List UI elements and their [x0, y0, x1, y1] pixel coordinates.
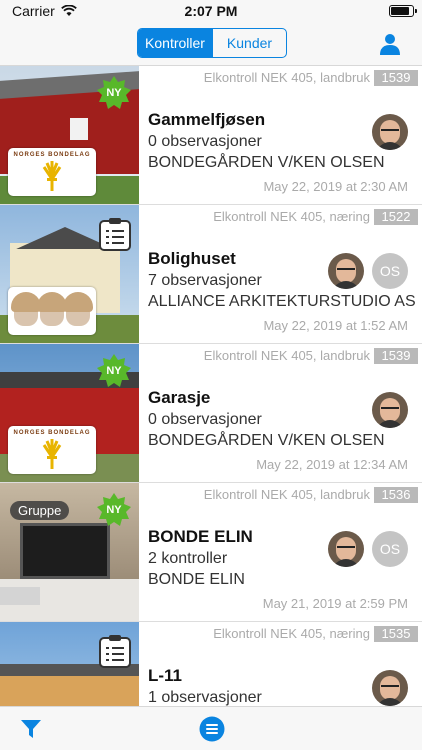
inspection-number: 1539: [374, 70, 418, 86]
list-item[interactable]: NY NORGES BONDELAG Elkontroll NEK 405, l…: [0, 66, 422, 205]
building-photo: NY Gruppe: [0, 483, 139, 621]
inspection-title: L-11: [148, 666, 183, 685]
customer-name: BONDE ELIN: [148, 571, 245, 588]
timestamp: May 21, 2019 at 2:59 PM: [262, 596, 408, 611]
customer-logo: NORGES BONDELAG: [8, 426, 96, 474]
segment-kunder[interactable]: Kunder: [212, 29, 286, 57]
list-item[interactable]: Elkontroll NEK 405, næring 1535 L-11 1 o…: [0, 622, 422, 706]
timestamp: May 22, 2019 at 12:34 AM: [256, 457, 408, 472]
group-badge: Gruppe: [10, 501, 70, 520]
avatar: [328, 531, 364, 567]
inspection-number: 1536: [374, 487, 418, 503]
carrier-label: Carrier: [12, 3, 55, 19]
building-photo: [0, 622, 139, 706]
new-badge: [97, 354, 131, 387]
avatar: [372, 114, 408, 150]
inspection-number: 1539: [374, 348, 418, 364]
wheat-sheaf-icon: [42, 439, 62, 469]
logo-text: NORGES BONDELAG: [13, 152, 91, 158]
inspection-type: Elkontroll NEK 405, landbruk: [203, 348, 370, 363]
segmented-control: Kontroller Kunder: [137, 28, 287, 58]
observation-count: 1 observasjoner: [148, 689, 262, 706]
list-item[interactable]: NY NORGES BONDELAG Elkontroll NEK 405, l…: [0, 344, 422, 483]
avatar: [372, 670, 408, 706]
list-item[interactable]: NY Gruppe Elkontroll NEK 405, landbruk 1…: [0, 483, 422, 622]
observation-count: 0 observasjoner: [148, 133, 262, 150]
segment-kontroller[interactable]: Kontroller: [138, 29, 212, 57]
list-menu-icon[interactable]: [199, 716, 225, 742]
navigation-bar: Kontroller Kunder: [0, 22, 422, 66]
observation-count: 0 observasjoner: [148, 411, 262, 428]
initials-avatar: OS: [372, 531, 408, 567]
clipboard-icon: [99, 635, 131, 668]
inspection-number: 1522: [374, 209, 418, 225]
inspection-title: BONDE ELIN: [148, 527, 253, 546]
clipboard-icon: [99, 218, 131, 251]
control-count: 2 kontroller: [148, 550, 228, 567]
inspection-type: Elkontroll NEK 405, næring: [213, 626, 370, 641]
carrier: Carrier: [12, 3, 77, 19]
tab-bar: [0, 706, 422, 750]
timestamp: May 22, 2019 at 2:30 AM: [263, 179, 408, 194]
initials-avatar: OS: [372, 253, 408, 289]
customer-name: ALLIANCE ARKITEKTURSTUDIO AS: [148, 293, 416, 310]
wheat-sheaf-icon: [42, 161, 62, 191]
inspection-type: Elkontroll NEK 405, landbruk: [203, 70, 370, 85]
filter-icon[interactable]: [20, 718, 42, 740]
building-photo: NY NORGES BONDELAG: [0, 66, 139, 204]
customer-logo: NORGES BONDELAG: [8, 148, 96, 196]
observation-count: 7 observasjoner: [148, 272, 262, 289]
inspection-type: Elkontroll NEK 405, næring: [213, 209, 370, 224]
inspection-title: Gammelfjøsen: [148, 110, 266, 129]
inspection-title: Bolighuset: [148, 249, 236, 268]
avatar: [328, 253, 364, 289]
inspection-title: Garasje: [148, 388, 211, 407]
building-photo: [0, 205, 139, 343]
customer-name: BONDEGÅRDEN V/KEN OLSEN: [148, 432, 385, 449]
new-badge: [97, 76, 131, 109]
logo-text: NORGES BONDELAG: [13, 430, 91, 436]
inspection-list: NY NORGES BONDELAG Elkontroll NEK 405, l…: [0, 66, 422, 706]
new-badge: [97, 493, 131, 526]
customer-name: BONDEGÅRDEN V/KEN OLSEN: [148, 154, 385, 171]
list-item[interactable]: Elkontroll NEK 405, næring 1522 Bolighus…: [0, 205, 422, 344]
battery-icon: [389, 5, 417, 17]
building-photo: NY NORGES BONDELAG: [0, 344, 139, 482]
person-icon[interactable]: [378, 32, 402, 56]
avatar: [372, 392, 408, 428]
status-bar: Carrier 2:07 PM: [0, 0, 422, 22]
timestamp: May 22, 2019 at 1:52 AM: [263, 318, 408, 333]
inspection-type: Elkontroll NEK 405, landbruk: [203, 487, 370, 502]
customer-logo: [8, 287, 96, 335]
wifi-icon: [60, 5, 77, 16]
inspection-number: 1535: [374, 626, 418, 642]
